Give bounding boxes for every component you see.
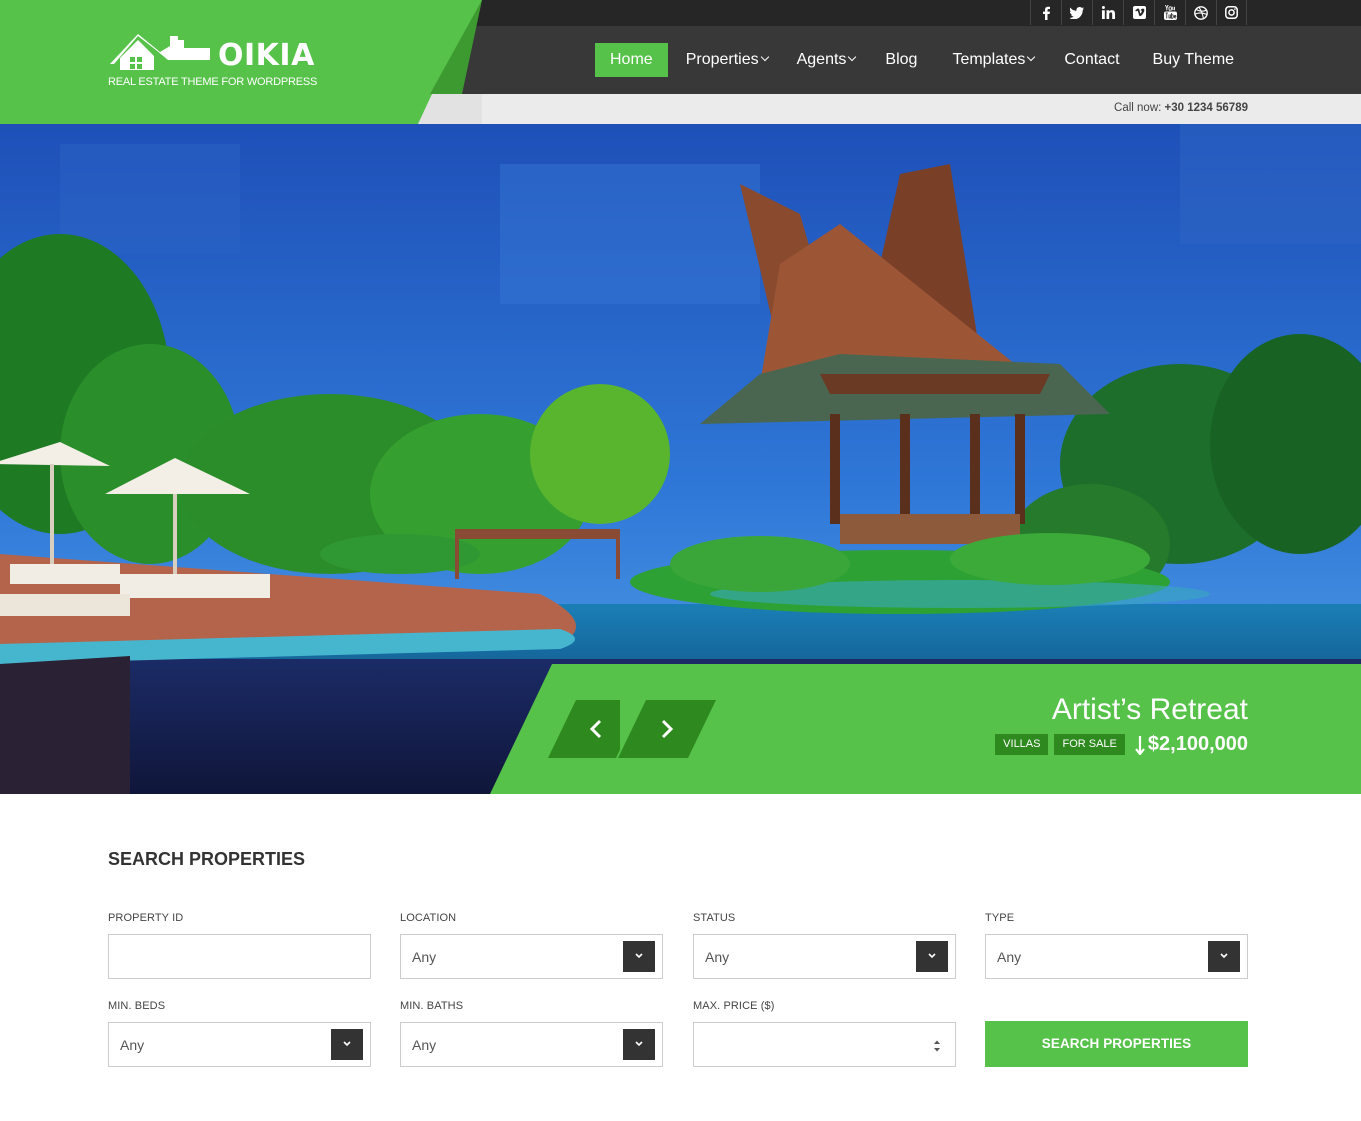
- property-id-field: PROPERTY ID: [108, 910, 371, 979]
- status-label: STATUS: [693, 912, 736, 924]
- min-beds-field: MIN. BEDS Any: [108, 998, 371, 1067]
- social-links: [1030, 0, 1247, 25]
- location-dropdown-button[interactable]: [623, 941, 655, 972]
- chevron-right-icon: [618, 700, 716, 758]
- main-nav: Home Properties Agents Blog Templates Co…: [595, 43, 1237, 77]
- max-price-input[interactable]: [693, 1022, 956, 1067]
- call-label: Call now:: [1114, 102, 1162, 114]
- nav-contact[interactable]: Contact: [1037, 43, 1119, 77]
- min-beds-dropdown-button[interactable]: [331, 1029, 363, 1060]
- nav-blog[interactable]: Blog: [858, 43, 917, 77]
- location-value: Any: [412, 949, 437, 965]
- location-label: LOCATION: [400, 912, 457, 924]
- status-field: STATUS Any: [693, 910, 956, 979]
- call-info: Call now: +30 1234 56789: [1114, 102, 1248, 114]
- min-baths-select[interactable]: Any: [400, 1022, 663, 1067]
- type-select[interactable]: Any: [985, 934, 1248, 979]
- chevron-down-icon: [928, 953, 936, 959]
- chevron-left-icon: [548, 700, 620, 758]
- min-beds-select[interactable]: Any: [108, 1022, 371, 1067]
- min-beds-label: MIN. BEDS: [108, 1000, 166, 1012]
- chevron-down-icon: [760, 52, 769, 62]
- nav-buy-theme[interactable]: Buy Theme: [1123, 43, 1235, 77]
- location-field: LOCATION Any: [400, 910, 663, 979]
- tag-for-sale[interactable]: FOR SALE: [1054, 734, 1125, 755]
- type-dropdown-button[interactable]: [1208, 941, 1240, 972]
- chevron-down-icon: [1027, 52, 1036, 62]
- dribbble-icon[interactable]: [1185, 0, 1216, 25]
- status-dropdown-button[interactable]: [916, 941, 948, 972]
- search-properties-button[interactable]: SEARCH PROPERTIES: [985, 1021, 1248, 1067]
- call-number: +30 1234 56789: [1164, 102, 1248, 114]
- nav-home-label: Home: [610, 51, 653, 68]
- nav-templates[interactable]: Templates: [920, 43, 1036, 77]
- nav-blog-label: Blog: [885, 51, 918, 68]
- slide-meta: VILLAS FOR SALE $2,100,000: [995, 733, 1248, 756]
- max-price-field: MAX. PRICE ($): [693, 998, 956, 1067]
- chevron-down-icon: [1220, 953, 1228, 959]
- slider-next-button[interactable]: [618, 700, 716, 758]
- slide-price: $2,100,000: [1147, 733, 1248, 755]
- min-baths-field: MIN. BATHS Any: [400, 998, 663, 1067]
- page: OIKIA REAL ESTATE THEME FOR WORDPRESS Ho…: [0, 0, 1361, 1121]
- min-baths-value: Any: [412, 1037, 437, 1053]
- linkedin-icon[interactable]: [1092, 0, 1123, 25]
- facebook-icon[interactable]: [1030, 0, 1061, 25]
- chevron-down-icon: [343, 1041, 351, 1047]
- type-field: TYPE Any: [985, 910, 1248, 979]
- search-title: SEARCH PROPERTIES: [108, 849, 306, 869]
- min-baths-dropdown-button[interactable]: [623, 1029, 655, 1060]
- nav-properties[interactable]: Properties: [671, 43, 769, 77]
- nav-templates-label: Templates: [952, 51, 1026, 68]
- type-value: Any: [997, 949, 1022, 965]
- chevron-down-icon: [635, 1041, 643, 1047]
- twitter-icon[interactable]: [1061, 0, 1092, 25]
- nav-home[interactable]: Home: [595, 43, 668, 77]
- chevron-down-icon: [635, 953, 643, 959]
- max-price-label: MAX. PRICE ($): [693, 1000, 775, 1012]
- property-id-input[interactable]: [108, 934, 371, 979]
- slide-title[interactable]: Artist’s Retreat: [1052, 692, 1248, 728]
- chevron-down-icon: [848, 52, 857, 62]
- min-baths-label: MIN. BATHS: [400, 1000, 464, 1012]
- brand-name: OIKIA: [218, 38, 315, 73]
- location-select[interactable]: Any: [400, 934, 663, 979]
- status-value: Any: [705, 949, 730, 965]
- min-beds-value: Any: [120, 1037, 145, 1053]
- hero-slider: Artist’s Retreat VILLAS FOR SALE $2,100,…: [0, 124, 1361, 794]
- number-spinner-icon[interactable]: [933, 1039, 941, 1053]
- nav-agents[interactable]: Agents: [771, 43, 857, 77]
- nav-agents-label: Agents: [796, 51, 847, 68]
- arrow-down-icon: [1135, 735, 1145, 755]
- nav-contact-label: Contact: [1064, 51, 1120, 68]
- status-select[interactable]: Any: [693, 934, 956, 979]
- slider-prev-button[interactable]: [548, 700, 620, 758]
- instagram-icon[interactable]: [1216, 0, 1247, 25]
- vimeo-icon[interactable]: [1123, 0, 1154, 25]
- nav-buy-theme-label: Buy Theme: [1152, 51, 1235, 68]
- property-id-label: PROPERTY ID: [108, 912, 184, 924]
- tag-villas[interactable]: VILLAS: [995, 734, 1049, 755]
- brand-tagline: REAL ESTATE THEME FOR WORDPRESS: [108, 76, 318, 88]
- youtube-icon[interactable]: [1154, 0, 1185, 25]
- nav-properties-label: Properties: [685, 51, 759, 68]
- type-label: TYPE: [985, 912, 1015, 924]
- house-logo-icon: [110, 34, 210, 70]
